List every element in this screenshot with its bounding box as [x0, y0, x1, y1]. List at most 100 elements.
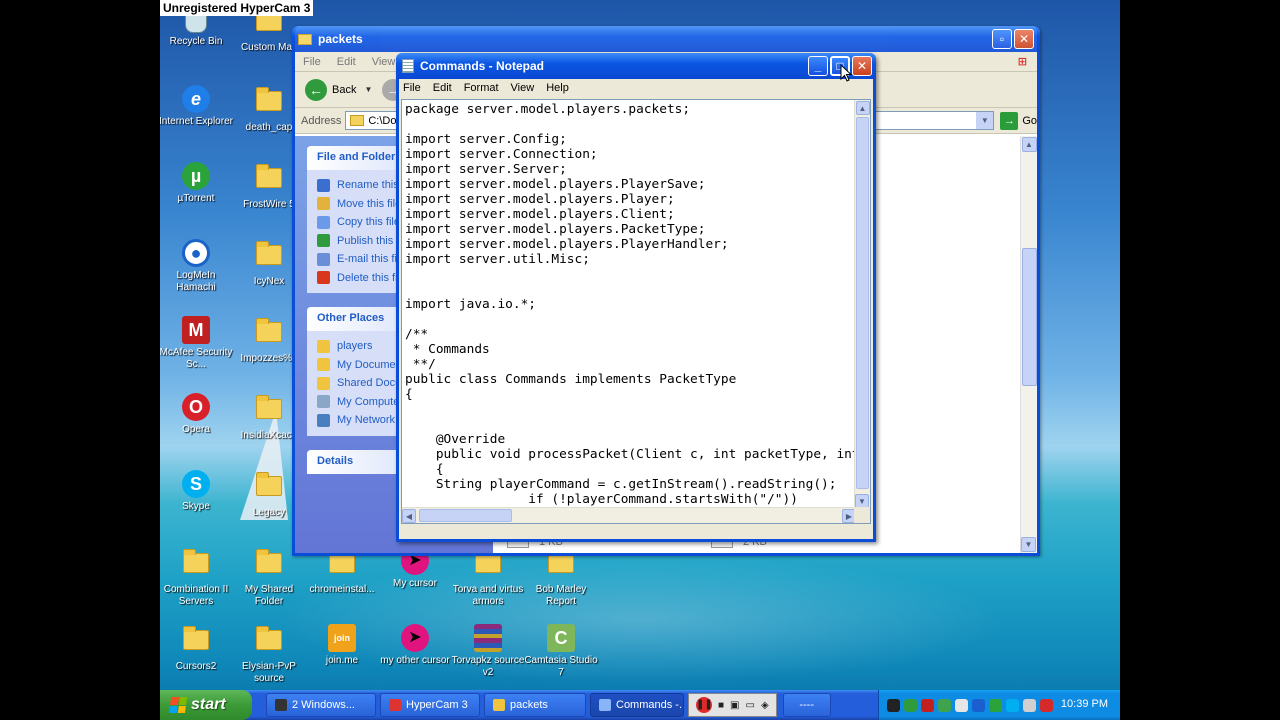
- pause-icon[interactable]: ▭: [746, 700, 755, 711]
- notepad-icon: [402, 59, 414, 73]
- network-icon[interactable]: [887, 698, 900, 712]
- close-button[interactable]: ✕: [1014, 29, 1034, 49]
- desktop-icon-label: InsidiaXcach: [240, 430, 298, 441]
- menu-format[interactable]: Format: [464, 82, 499, 94]
- menu-file[interactable]: File: [403, 82, 421, 94]
- taskbar-button[interactable]: 2 Windows...: [266, 693, 376, 717]
- horizontal-scrollbar[interactable]: ◀ ▶: [402, 507, 856, 523]
- desktop-icon-label: Cursors2: [175, 661, 217, 672]
- scroll-down-icon[interactable]: ▼: [1021, 537, 1036, 552]
- desktop-icon-camtasia[interactable]: C Camtasia Studio 7: [523, 624, 599, 679]
- bluetooth-icon[interactable]: [972, 698, 985, 712]
- menu-view[interactable]: View: [372, 56, 396, 68]
- taskbar-button-label: Commands -...: [616, 699, 684, 711]
- settings-icon[interactable]: ◈: [761, 700, 769, 711]
- notepad-window[interactable]: Commands - Notepad _ □ ✕ File Edit Forma…: [396, 53, 876, 542]
- back-arrow-icon[interactable]: ←: [305, 78, 327, 101]
- folder-icon: [546, 549, 576, 581]
- scroll-up-icon[interactable]: ▲: [855, 101, 870, 115]
- scroll-left-icon[interactable]: ◀: [402, 509, 416, 523]
- go-button[interactable]: → Go: [1000, 111, 1037, 130]
- vertical-scrollbar[interactable]: ▲ ▼: [854, 100, 870, 509]
- explorer-scrollbar[interactable]: ▲ ▼: [1020, 136, 1037, 553]
- taskbar-button[interactable]: HyperCam 3: [380, 693, 480, 717]
- menu-edit[interactable]: Edit: [337, 56, 356, 68]
- folder-icon: [254, 395, 284, 427]
- internet-explorer-icon: e: [181, 85, 211, 113]
- desktop-icon-hamachi[interactable]: ● LogMeIn Hamachi: [160, 239, 234, 294]
- quick-launch-button[interactable]: ----: [782, 693, 831, 717]
- desktop-icon-elysian-pvp[interactable]: Elysian-PvP source: [231, 624, 307, 685]
- desktop-icon-internet-explorer[interactable]: e Internet Explorer: [160, 85, 234, 128]
- shield-icon[interactable]: [904, 698, 917, 712]
- desktop-icon-label: Recycle Bin: [169, 36, 223, 47]
- desktop-icon-label: Legacy: [252, 507, 286, 518]
- explorer-title: packets: [318, 32, 363, 46]
- desktop-icon-torvapkz[interactable]: Torvapkz source v2: [450, 624, 526, 679]
- folder-icon: [254, 164, 284, 196]
- clock: 10:39 PM: [1060, 698, 1108, 710]
- menu-file[interactable]: File: [303, 56, 321, 68]
- desktop-icon-label: Torva and virtus armors: [452, 584, 524, 607]
- desktop-icon-combination-ii[interactable]: Combination II Servers: [160, 547, 234, 608]
- resize-grip-icon[interactable]: [854, 507, 870, 523]
- windows-logo-icon: ⊞: [1017, 56, 1027, 68]
- scroll-up-icon[interactable]: ▲: [1021, 137, 1037, 152]
- alert-icon[interactable]: [1040, 698, 1053, 712]
- taskbar-button[interactable]: Commands -...: [590, 693, 684, 717]
- camtasia-icon: C: [546, 624, 576, 652]
- menu-view[interactable]: View: [511, 82, 535, 94]
- mcafee-icon[interactable]: [921, 698, 934, 712]
- volume-icon[interactable]: [1023, 698, 1036, 712]
- text-editor[interactable]: package server.model.players.packets; im…: [401, 99, 871, 524]
- taskbar-button[interactable]: packets: [484, 693, 586, 717]
- desktop-icon-torva-armors[interactable]: Torva and virtus armors: [450, 547, 526, 608]
- desktop-icon-label: Internet Explorer: [160, 116, 233, 127]
- desktop-icon-mcafee[interactable]: M McAfee Security Sc...: [160, 316, 234, 371]
- hamachi-icon[interactable]: [955, 698, 968, 712]
- folder-icon: [254, 241, 284, 273]
- start-button[interactable]: start: [160, 690, 252, 720]
- desktop-icon-label: Opera: [182, 424, 210, 435]
- desktop-icon-my-other-cursor[interactable]: ➤ my other cursor: [377, 624, 453, 667]
- desktop-icon-label: IcyNex: [253, 276, 285, 287]
- desktop-icon-my-shared-folder[interactable]: My Shared Folder: [231, 547, 307, 608]
- code-text[interactable]: package server.model.players.packets; im…: [405, 102, 855, 522]
- vertical-scroll-thumb[interactable]: [856, 117, 869, 489]
- scroll-down-icon[interactable]: ▼: [855, 494, 869, 508]
- stop-icon[interactable]: ■: [718, 700, 724, 711]
- desktop-icon-joinme[interactable]: join join.me: [304, 624, 380, 667]
- app-icon: [599, 699, 611, 711]
- start-label: start: [191, 696, 226, 713]
- globe-icon[interactable]: [938, 698, 951, 712]
- skype-icon[interactable]: [1006, 698, 1019, 712]
- desktop-icon-bob-marley[interactable]: Bob Marley Report: [523, 547, 599, 608]
- chevron-down-icon[interactable]: ▼: [364, 85, 372, 94]
- menu-edit[interactable]: Edit: [433, 82, 452, 94]
- folder-icon: [317, 358, 330, 372]
- opera-icon: O: [181, 393, 211, 421]
- hypercam-controls[interactable]: ❚❚ ■ ▣ ▭ ◈: [688, 693, 777, 717]
- task-link-label: Move this file: [337, 197, 402, 210]
- back-button-label[interactable]: Back: [332, 84, 356, 96]
- chevron-down-icon[interactable]: ▼: [976, 112, 994, 129]
- menu-help[interactable]: Help: [546, 82, 569, 94]
- address-label: Address: [301, 114, 342, 127]
- email-icon: [317, 252, 330, 266]
- winrar-icon: [473, 624, 503, 652]
- explorer-titlebar[interactable]: packets ▫ ✕: [292, 26, 1040, 52]
- desktop-icon-cursors2[interactable]: Cursors2: [160, 624, 234, 673]
- record-icon[interactable]: ❚❚: [696, 697, 713, 713]
- notepad-titlebar[interactable]: Commands - Notepad _ □ ✕: [396, 53, 876, 79]
- desktop-icon-skype[interactable]: S Skype: [160, 470, 234, 513]
- desktop-icon-utorrent[interactable]: µ µTorrent: [160, 162, 234, 205]
- horizontal-scroll-thumb[interactable]: [419, 509, 512, 522]
- minimize-button[interactable]: _: [808, 56, 828, 76]
- camera-icon[interactable]: ▣: [730, 700, 739, 711]
- scroll-thumb[interactable]: [1021, 248, 1037, 386]
- utorrent-icon[interactable]: [989, 698, 1002, 712]
- maximize-button[interactable]: ▫: [992, 29, 1012, 49]
- close-button[interactable]: ✕: [852, 56, 872, 76]
- desktop-icon-opera[interactable]: O Opera: [160, 393, 234, 436]
- desktop-icon-label: µTorrent: [177, 193, 215, 204]
